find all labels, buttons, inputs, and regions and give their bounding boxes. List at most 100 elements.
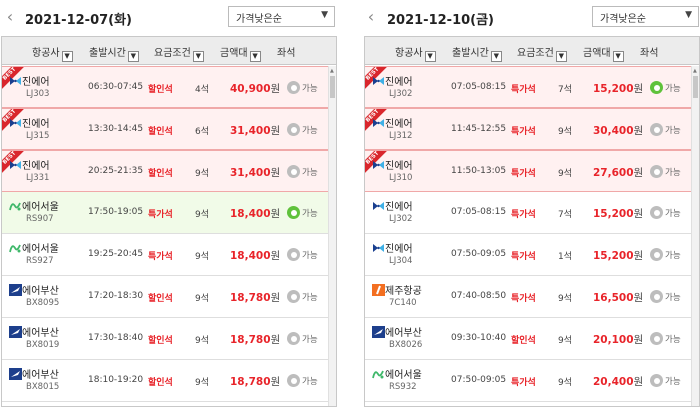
departure-time: 20:25-21:35 — [88, 166, 144, 176]
airline-name: 에어부산 — [385, 328, 422, 339]
sort-dropdown-label: 가격낮은순 — [600, 14, 646, 25]
airline-name: 에어부산 — [22, 286, 59, 297]
scroll-up-icon[interactable]: ▲ — [330, 68, 334, 74]
prev-date-icon[interactable]: ‹ — [366, 9, 376, 25]
jinair-logo — [9, 156, 22, 169]
flight-number: LJ310 — [389, 173, 413, 183]
dropdown-icon[interactable]: ▼ — [61, 51, 73, 62]
flight-row[interactable]: 에어서울 RS907 17:50-19:05 특가석 9석 18,400원 가능 — [2, 192, 328, 234]
flight-row[interactable]: 진에어 LJ304 07:50-09:05 특가석 1석 15,200원 가능 — [365, 234, 691, 276]
select-radio[interactable] — [650, 332, 663, 345]
price: 15,200원 — [593, 248, 643, 263]
scrollbar[interactable]: ▲ — [328, 66, 336, 406]
dropdown-icon[interactable]: ▼ — [424, 51, 436, 62]
price-amount: 18,400 — [230, 208, 271, 220]
select-radio[interactable] — [650, 165, 663, 178]
scrollbar-thumb[interactable] — [330, 76, 335, 98]
select-radio[interactable] — [650, 206, 663, 219]
scrollbar-thumb[interactable] — [693, 76, 698, 98]
flight-row[interactable]: 에어서울 RS927 19:25-20:45 특가석 9석 18,400원 가능 — [2, 234, 328, 276]
departure-time: 09:30-10:40 — [451, 333, 507, 343]
price-amount: 31,400 — [230, 125, 271, 137]
flight-row[interactable]: 에어부산 BX8015 18:10-19:20 할인석 9석 18,780원 가능 — [2, 360, 328, 402]
currency-unit: 원 — [633, 376, 644, 388]
dropdown-icon[interactable]: ▼ — [249, 51, 261, 62]
price-amount: 15,200 — [593, 250, 634, 262]
airline-name: 진에어 — [385, 77, 413, 88]
flight-row[interactable]: 에어부산 BX8095 17:20-18:30 할인석 9석 18,780원 가능 — [2, 276, 328, 318]
select-radio[interactable] — [650, 248, 663, 261]
seats-remaining: 9석 — [195, 336, 210, 346]
select-radio[interactable] — [650, 123, 663, 136]
column-header-airline[interactable]: 항공사 ▼ — [32, 44, 73, 62]
jinair-logo — [9, 72, 22, 85]
prev-date-icon[interactable]: ‹ — [5, 9, 15, 25]
column-header-departure[interactable]: 출발시간 ▼ — [89, 44, 139, 62]
dropdown-icon[interactable]: ▼ — [192, 51, 204, 62]
flight-row[interactable]: 에어서울 RS932 07:50-09:05 특가석 9석 20,400원 가능 — [365, 360, 691, 402]
price: 20,100원 — [593, 332, 643, 347]
airbusan-logo — [9, 281, 22, 296]
fare-type: 특가석 — [511, 378, 536, 388]
flight-table: 항공사 ▼ 출발시간 ▼ 요금조건 ▼ 금액대 ▼ 좌석 BEST 진에어 LJ302 07:… — [364, 36, 700, 407]
select-radio[interactable] — [287, 332, 300, 345]
select-radio[interactable] — [287, 165, 300, 178]
select-radio[interactable] — [287, 248, 300, 261]
select-radio[interactable] — [287, 123, 300, 136]
sort-dropdown[interactable]: 가격낮은순 ▼ — [592, 6, 699, 27]
next-date-icon[interactable]: › — [115, 9, 125, 25]
column-header-departure[interactable]: 출발시간 ▼ — [452, 44, 502, 62]
flight-row[interactable]: BEST 진에어 LJ331 20:25-21:35 할인석 9석 31,400원 가능 — [2, 150, 328, 192]
availability-status: 가능 — [665, 84, 681, 94]
scrollbar[interactable]: ▲ — [691, 66, 699, 406]
departure-time: 07:05-08:15 — [451, 207, 507, 217]
column-header-fare[interactable]: 요금조건 ▼ — [517, 44, 567, 62]
airline-name: 에어서울 — [385, 370, 422, 381]
dropdown-icon[interactable]: ▼ — [127, 51, 139, 62]
select-radio[interactable] — [287, 290, 300, 303]
column-header-airline[interactable]: 항공사 ▼ — [395, 44, 436, 62]
next-date-icon[interactable]: › — [478, 9, 488, 25]
column-label: 금액대 — [583, 48, 611, 59]
currency-unit: 원 — [270, 83, 281, 95]
select-radio[interactable] — [287, 81, 300, 94]
flight-row[interactable]: BEST 진에어 LJ312 11:45-12:55 특가석 9석 30,400원 가능 — [365, 108, 691, 150]
flight-row[interactable]: 제주항공 7C140 07:40-08:50 특가석 9석 16,500원 가능 — [365, 276, 691, 318]
select-radio[interactable] — [650, 374, 663, 387]
select-radio[interactable] — [287, 374, 300, 387]
select-radio[interactable] — [650, 81, 663, 94]
select-radio[interactable] — [287, 206, 300, 219]
currency-unit: 원 — [270, 167, 281, 179]
fare-type: 할인석 — [148, 127, 173, 137]
flight-row[interactable]: BEST 진에어 LJ310 11:50-13:05 특가석 9석 27,600원 가능 — [365, 150, 691, 192]
dropdown-icon[interactable]: ▼ — [490, 51, 502, 62]
price: 18,780원 — [230, 290, 280, 305]
dropdown-icon[interactable]: ▼ — [612, 51, 624, 62]
flight-row[interactable]: 에어부산 BX8026 09:30-10:40 할인석 9석 20,100원 가능 — [365, 318, 691, 360]
column-header-fare[interactable]: 요금조건 ▼ — [154, 44, 204, 62]
currency-unit: 원 — [270, 334, 281, 346]
column-header-price[interactable]: 금액대 ▼ — [220, 44, 261, 62]
select-radio[interactable] — [650, 290, 663, 303]
departure-time: 11:45-12:55 — [451, 124, 507, 134]
sort-dropdown[interactable]: 가격낮은순 ▼ — [228, 6, 335, 27]
dropdown-icon[interactable]: ▼ — [555, 51, 567, 62]
availability-status: 가능 — [665, 209, 681, 219]
flight-row[interactable]: BEST 진에어 LJ315 13:30-14:45 할인석 6석 31,400원 가능 — [2, 108, 328, 150]
airline-name: 에어부산 — [22, 328, 59, 339]
flight-row[interactable]: BEST 진에어 LJ302 07:05-08:15 특가석 7석 15,200원 가능 — [365, 66, 691, 108]
column-header-price[interactable]: 금액대 ▼ — [583, 44, 624, 62]
currency-unit: 원 — [270, 376, 281, 388]
flight-row[interactable]: 에어부산 BX8019 17:30-18:40 할인석 9석 18,780원 가능 — [2, 318, 328, 360]
fare-type: 특가석 — [511, 127, 536, 137]
flight-row[interactable]: 진에어 LJ302 07:05-08:15 특가석 7석 15,200원 가능 — [365, 192, 691, 234]
scroll-up-icon[interactable]: ▲ — [693, 68, 697, 74]
fare-type: 특가석 — [148, 210, 173, 220]
flight-row[interactable]: BEST 진에어 LJ303 06:30-07:45 할인석 4석 40,900원 가능 — [2, 66, 328, 108]
price: 40,900원 — [230, 81, 280, 96]
seats-remaining: 9석 — [558, 378, 573, 388]
price-amount: 31,400 — [230, 167, 271, 179]
flight-number: RS907 — [26, 214, 54, 224]
seats-remaining: 1석 — [558, 252, 573, 262]
jejuair-logo — [372, 281, 385, 296]
